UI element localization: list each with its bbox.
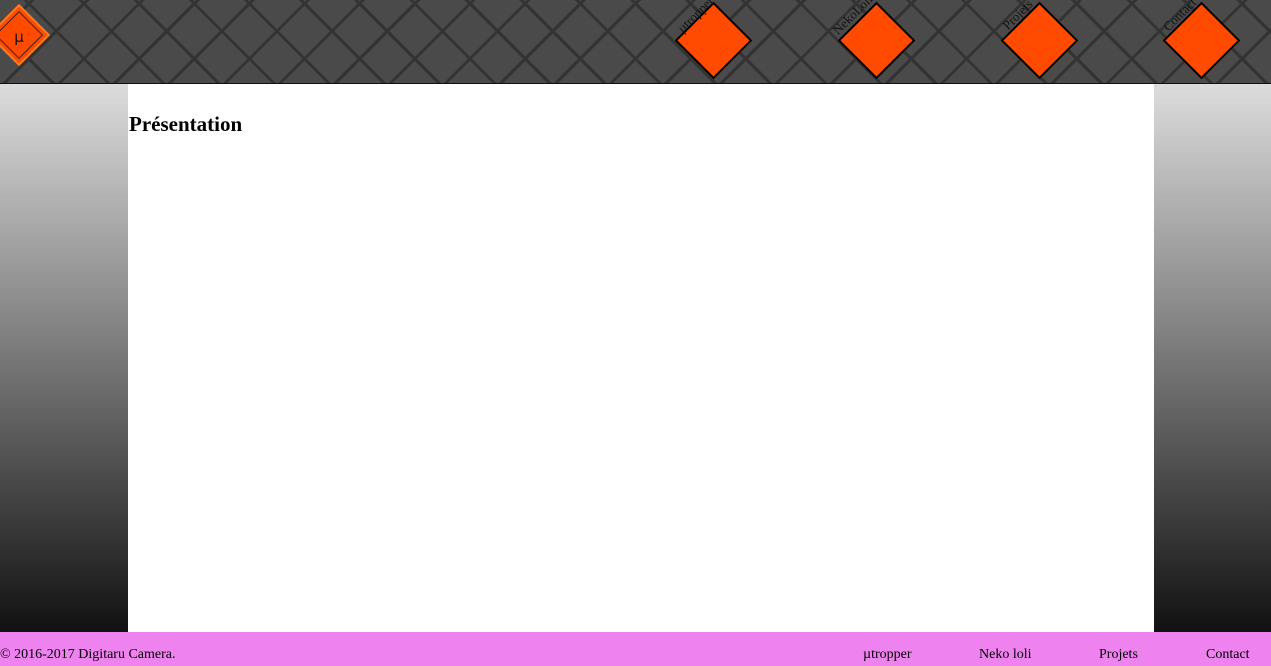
page: µ µtropper NekoLoli Projets Contact Prés… <box>0 0 1271 666</box>
footer-link-projets[interactable]: Projets <box>1099 647 1138 663</box>
right-gradient-panel <box>1154 84 1271 632</box>
site-header: µ µtropper NekoLoli Projets Contact <box>0 0 1271 84</box>
left-gradient-panel <box>0 84 128 632</box>
main-content: Présentation <box>128 84 1154 632</box>
copyright-text: © 2016-2017 Digitaru Camera. <box>0 647 176 662</box>
footer-link-nekololi[interactable]: Neko loli <box>979 647 1032 663</box>
logo-text: µ <box>14 28 24 46</box>
footer-link-contact[interactable]: Contact <box>1206 647 1250 663</box>
footer-link-mutropper[interactable]: µtropper <box>863 647 912 663</box>
site-footer: © 2016-2017 Digitaru Camera. µtropper Ne… <box>0 632 1271 666</box>
page-title: Présentation <box>129 112 243 136</box>
